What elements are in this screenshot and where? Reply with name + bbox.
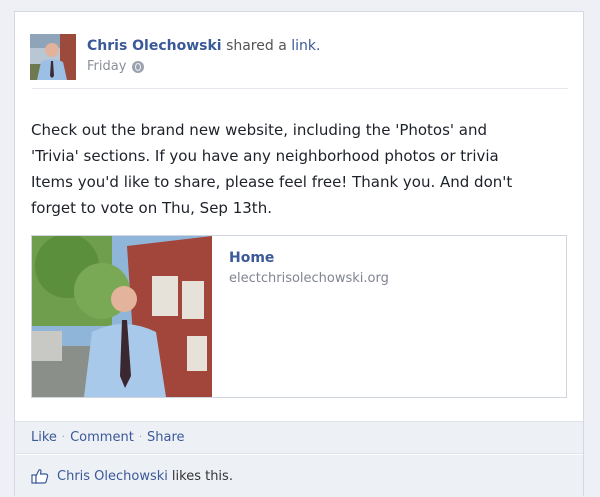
likes-text: likes this. — [171, 468, 233, 484]
message-line: 'Trivia' sections. If you have any neigh… — [31, 147, 499, 165]
action-separator: · — [61, 432, 66, 443]
author-avatar[interactable] — [30, 34, 76, 80]
attachment-thumbnail[interactable] — [32, 236, 212, 397]
post-card: Chris Olechowski shared a link. Friday C… — [14, 11, 584, 497]
comment-link[interactable]: Comment — [70, 430, 134, 445]
share-link[interactable]: Share — [147, 430, 185, 445]
post-meta: Friday — [87, 59, 145, 74]
message-line: Check out the brand new website, includi… — [31, 121, 488, 139]
shared-link-link[interactable]: link. — [291, 38, 320, 54]
action-separator: · — [138, 432, 142, 443]
post-message: Check out the brand new website, includi… — [31, 117, 551, 221]
likes-summary: Chris Olechowski likes this. — [15, 455, 583, 497]
post-timestamp[interactable]: Friday — [87, 59, 126, 74]
liker-name-link[interactable]: Chris Olechowski — [57, 469, 168, 484]
attachment-title-link[interactable]: Home — [229, 250, 274, 266]
post-action-text: shared a — [226, 38, 287, 54]
thumbs-up-icon — [31, 469, 49, 484]
post-header: Chris Olechowski shared a link. — [87, 38, 320, 54]
like-link[interactable]: Like — [31, 430, 57, 445]
thumbnail-photo — [32, 236, 212, 397]
header-divider — [32, 88, 568, 89]
author-name-link[interactable]: Chris Olechowski — [87, 38, 222, 54]
avatar-image — [30, 34, 76, 80]
message-line: Items you'd like to share, please feel f… — [31, 173, 513, 191]
post-actions-bar: Like · Comment · Share — [15, 421, 583, 454]
message-line: forget to vote on Thu, Sep 13th. — [31, 199, 272, 217]
link-attachment[interactable]: Home electchrisolechowski.org — [31, 235, 567, 398]
attachment-url: electchrisolechowski.org — [229, 271, 389, 286]
globe-icon[interactable] — [132, 60, 145, 73]
